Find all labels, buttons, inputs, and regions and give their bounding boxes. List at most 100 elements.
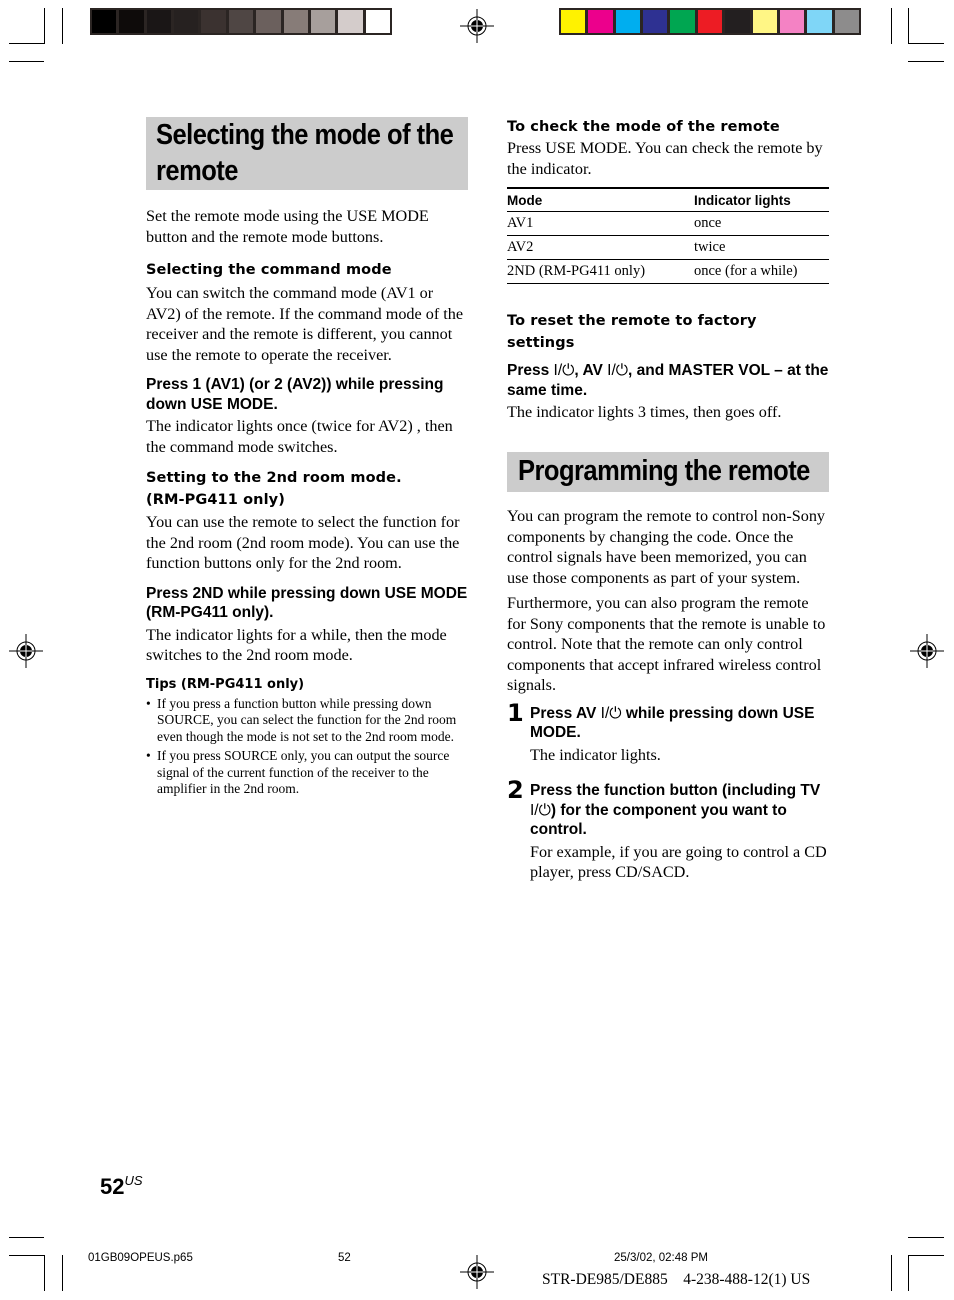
- crop-mark-top-right-v2: [908, 8, 909, 44]
- color-swatch: [725, 10, 750, 33]
- tip-item: If you press SOURCE only, you can output…: [146, 748, 470, 798]
- color-swatch: [670, 10, 695, 33]
- crop-mark-bottom-right-h1: [908, 1237, 944, 1238]
- reset-result: The indicator lights 3 times, then goes …: [507, 403, 782, 421]
- step-result: For example, if you are going to control…: [530, 842, 827, 882]
- crop-mark-bottom-left-h1: [9, 1237, 44, 1238]
- slug-file-name: 01GB09OPEUS.p65: [88, 1252, 193, 1264]
- step-2: 2 Press the function button (including T…: [507, 776, 831, 883]
- grayscale-swatch: [146, 10, 172, 33]
- power-symbol-icon: I/⏻: [553, 362, 575, 379]
- grayscale-swatch: [310, 10, 336, 33]
- grayscale-swatch: [119, 10, 144, 33]
- table-cell-indicator: once (for a while): [694, 259, 829, 284]
- section-title-box-selecting-mode: Selecting the mode of the remote: [146, 117, 468, 190]
- page-number: 52US: [100, 1168, 143, 1200]
- left-column: Set the remote mode using the USE MODE b…: [146, 206, 470, 798]
- room-mode-heading-line-2: (RM-PG411 only): [146, 492, 285, 508]
- crop-mark-top-right-h2: [908, 61, 944, 62]
- color-swatch: [807, 10, 832, 33]
- table-cell-indicator: twice: [694, 235, 829, 260]
- color-swatch: [588, 10, 613, 33]
- registration-mark-right-icon: [910, 634, 944, 668]
- check-mode-body: Press USE MODE. You can check the remote…: [507, 139, 823, 178]
- color-swatch: [643, 10, 668, 33]
- grayscale-swatch: [283, 10, 308, 33]
- room-mode-result: The indicator lights for a while, then t…: [146, 625, 447, 665]
- grayscale-swatch: [256, 10, 281, 33]
- grayscale-swatch: [174, 10, 199, 33]
- table-cell-mode: AV2: [507, 235, 694, 260]
- section-title-box-programming: Programming the remote: [507, 452, 829, 492]
- crop-mark-bottom-right-v1: [891, 1255, 892, 1291]
- power-symbol-icon: I/⏻: [607, 362, 629, 379]
- crop-mark-top-left-v2: [62, 8, 63, 44]
- command-mode-result: The indicator lights once (twice for AV2…: [146, 417, 453, 456]
- section-title-line-1: Selecting the mode of the: [156, 119, 454, 151]
- programming-title: Programming the remote: [518, 455, 810, 487]
- tips-heading: Tips (RM-PG411 only): [146, 676, 305, 692]
- mode-indicator-table: Mode Indicator lights AV1 once AV2 twice…: [507, 187, 829, 284]
- color-calibration-bar: [559, 8, 861, 35]
- step-instruction-text: ) for the component you want to control.: [530, 801, 787, 839]
- registration-mark-top-icon: [460, 9, 494, 43]
- color-swatch: [779, 10, 805, 33]
- section-title-line-2: remote: [156, 155, 238, 187]
- grayscale-swatch: [228, 10, 254, 33]
- step-instruction-text: Press AV: [530, 704, 601, 722]
- registration-mark-left-icon: [9, 634, 43, 668]
- right-column-bottom: You can program the remote to control no…: [507, 506, 831, 883]
- grayscale-swatch: [92, 10, 117, 33]
- room-mode-heading-line-1: Setting to the 2nd room mode.: [146, 470, 402, 486]
- registration-mark-bottom-icon: [460, 1255, 494, 1289]
- reset-heading: To reset the remote to factory settings: [507, 313, 757, 351]
- crop-mark-top-left-h1: [9, 43, 44, 44]
- table-header-row: Mode Indicator lights: [507, 187, 829, 212]
- grayscale-swatch: [201, 10, 226, 33]
- table-row: 2ND (RM-PG411 only) once (for a while): [507, 259, 829, 284]
- step-result: The indicator lights.: [530, 745, 661, 764]
- page-number-value: 52: [100, 1174, 125, 1199]
- step-instruction: Press the function button (including TV …: [530, 781, 831, 840]
- reset-instruction-part: Press: [507, 362, 554, 379]
- programming-para-2: Furthermore, you can also program the re…: [507, 594, 826, 694]
- room-mode-body: You can use the remote to select the fun…: [146, 513, 460, 572]
- slug-page-number: 52: [338, 1252, 351, 1264]
- crop-mark-top-left-h2: [9, 61, 44, 62]
- slug-date-time: 25/3/02, 02:48 PM: [614, 1252, 708, 1264]
- tip-item: If you press a function button while pre…: [146, 696, 470, 746]
- color-swatch: [834, 10, 859, 33]
- table-cell-mode: 2ND (RM-PG411 only): [507, 259, 694, 284]
- grayscale-swatch: [365, 10, 390, 33]
- step-1: 1 Press AV I/⏻ while pressing down USE M…: [507, 698, 831, 766]
- table-cell-indicator: once: [694, 211, 829, 236]
- right-column-top: To check the mode of the remote Press US…: [507, 116, 831, 423]
- power-symbol-icon: I/⏻: [530, 801, 551, 819]
- grayscale-swatch: [338, 10, 363, 33]
- crop-mark-bottom-right-v2: [908, 1255, 909, 1291]
- crop-mark-bottom-left-h2: [9, 1255, 44, 1256]
- room-mode-instruction: Press 2ND while pressing down USE MODE (…: [146, 584, 468, 622]
- power-symbol-icon: I/⏻: [600, 704, 622, 722]
- intro-text: Set the remote mode using the USE MODE b…: [146, 207, 429, 246]
- step-number: 1: [507, 698, 524, 727]
- command-mode-instruction: Press 1 (AV1) (or 2 (AV2)) while pressin…: [146, 376, 444, 413]
- step-number: 2: [507, 776, 524, 804]
- model-code: STR-DE985/DE885 4-238-488-12(1) US: [542, 1271, 811, 1288]
- crop-mark-bottom-right-h2: [908, 1255, 944, 1256]
- table-header-indicator-lights: Indicator lights: [694, 187, 829, 212]
- check-mode-heading: To check the mode of the remote: [507, 119, 780, 135]
- step-instruction: Press AV I/⏻ while pressing down USE MOD…: [530, 704, 831, 743]
- page-number-suffix: US: [124, 1173, 143, 1188]
- table-cell-mode: AV1: [507, 211, 694, 236]
- reset-instruction: Press I/⏻, AV I/⏻, and MASTER VOL – at t…: [507, 361, 831, 400]
- reset-instruction-part: , AV: [574, 362, 608, 379]
- grayscale-calibration-bar: [90, 8, 392, 35]
- crop-mark-top-right-v1: [891, 8, 892, 44]
- table-row: AV1 once: [507, 211, 829, 236]
- command-mode-body: You can switch the command mode (AV1 or …: [146, 284, 464, 364]
- color-swatch: [697, 10, 723, 33]
- programming-para-1: You can program the remote to control no…: [507, 507, 826, 587]
- color-swatch: [752, 10, 777, 33]
- crop-mark-top-right-h1: [908, 43, 944, 44]
